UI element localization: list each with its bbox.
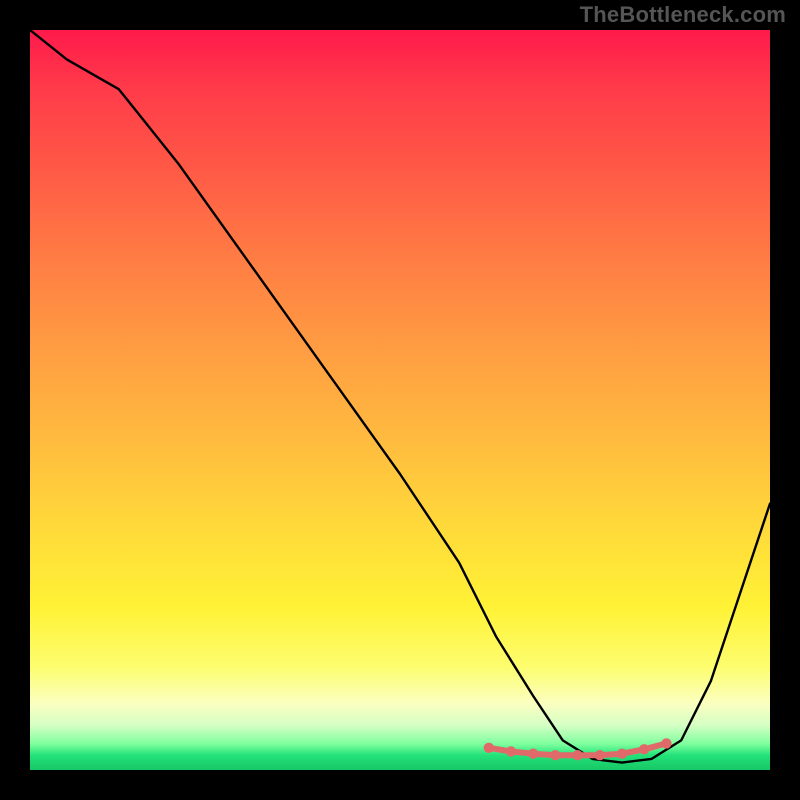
optimal-marker-dot xyxy=(572,750,582,760)
optimal-marker-dot xyxy=(661,738,671,748)
optimal-marker-dot xyxy=(506,746,516,756)
curve-overlay xyxy=(30,30,770,770)
plot-area xyxy=(30,30,770,770)
bottleneck-curve-path xyxy=(30,30,770,763)
optimal-marker-dot xyxy=(639,744,649,754)
optimal-marker-dot xyxy=(595,750,605,760)
optimal-marker-dot xyxy=(550,750,560,760)
optimal-marker-dot xyxy=(484,743,494,753)
watermark-text: TheBottleneck.com xyxy=(580,2,786,28)
optimal-marker-dot xyxy=(617,749,627,759)
optimal-marker-dot xyxy=(528,749,538,759)
chart-frame: TheBottleneck.com xyxy=(0,0,800,800)
